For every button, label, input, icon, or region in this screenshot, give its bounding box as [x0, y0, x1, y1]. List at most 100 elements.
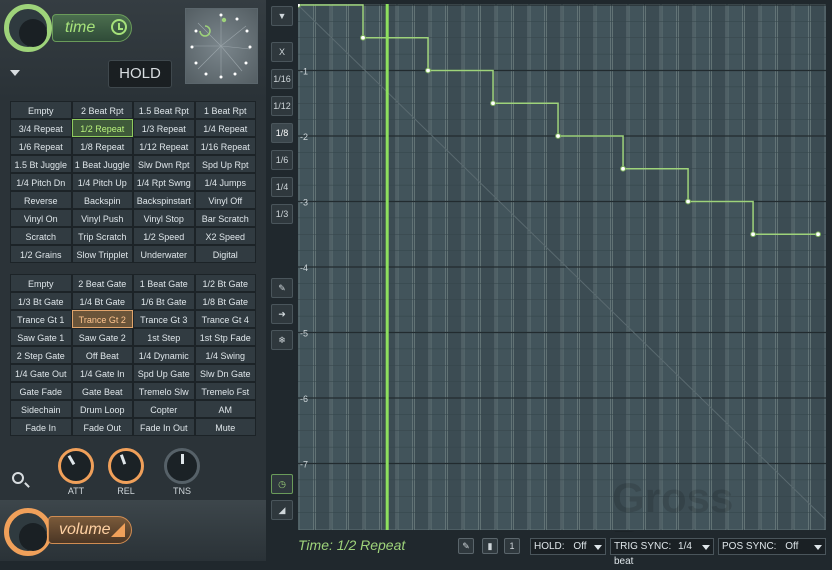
time-preset-button[interactable]: Underwater	[133, 245, 195, 263]
time-preset-button[interactable]: Reverse	[10, 191, 72, 209]
volume-preset-button[interactable]: Gate Fade	[10, 382, 72, 400]
time-preset-button[interactable]: X2 Speed	[194, 227, 256, 245]
time-mode-button[interactable]: time	[52, 14, 132, 42]
volume-preset-button[interactable]: 1/4 Swing	[194, 346, 256, 364]
edit-pencil-icon[interactable]: ✎	[458, 538, 474, 554]
time-preset-button[interactable]: 1/3 Repeat	[133, 119, 195, 137]
time-preset-button[interactable]: 1.5 Beat Rpt	[133, 101, 195, 119]
time-preset-button[interactable]: 1/2 Repeat	[71, 119, 133, 137]
envelope-graph[interactable]: -1 -2 -3 -4 -5 -6 -7	[298, 4, 826, 530]
piano-icon[interactable]: ▮	[482, 538, 498, 554]
volume-preset-button[interactable]: Slw Dn Gate	[194, 364, 256, 382]
volume-preset-button[interactable]: Fade Out	[71, 418, 133, 436]
time-mix-knob[interactable]	[4, 4, 52, 52]
time-preset-button[interactable]: 1/2 Speed	[133, 227, 195, 245]
time-preset-button[interactable]: Backspin	[71, 191, 133, 209]
volume-preset-button[interactable]: Fade In	[10, 418, 72, 436]
time-preset-button[interactable]: Digital	[194, 245, 256, 263]
volume-preset-button[interactable]: 1 Beat Gate	[133, 274, 195, 292]
volume-preset-button[interactable]: Gate Beat	[71, 382, 133, 400]
volume-preset-button[interactable]: 1st Stp Fade	[194, 328, 256, 346]
snowflake-icon[interactable]: ❄	[271, 330, 293, 350]
volume-preset-button[interactable]: 2 Step Gate	[10, 346, 72, 364]
time-preset-button[interactable]: Vinyl Push	[71, 209, 133, 227]
volume-preset-button[interactable]: Off Beat	[71, 346, 133, 364]
att-knob[interactable]	[58, 448, 94, 484]
time-preset-button[interactable]: 1/4 Pitch Up	[71, 173, 133, 191]
time-preset-button[interactable]: Spd Up Rpt	[194, 155, 256, 173]
snap-1-16-button[interactable]: 1/16	[271, 69, 293, 89]
volume-preset-button[interactable]: Empty	[10, 274, 72, 292]
hold-select[interactable]: HOLD: Off	[530, 538, 606, 555]
volume-preset-button[interactable]: Sidechain	[10, 400, 72, 418]
volume-preset-button[interactable]: Trance Gt 3	[133, 310, 195, 328]
volume-preset-button[interactable]: 1/6 Bt Gate	[133, 292, 195, 310]
time-preset-button[interactable]: Empty	[10, 101, 72, 119]
volume-preset-button[interactable]: Spd Up Gate	[133, 364, 195, 382]
time-preset-button[interactable]: Bar Scratch	[194, 209, 256, 227]
volume-preset-button[interactable]: Tremelo Fst	[194, 382, 256, 400]
volume-preset-button[interactable]: 1/4 Dynamic	[133, 346, 195, 364]
time-preset-button[interactable]: 1/4 Jumps	[194, 173, 256, 191]
volume-mix-knob[interactable]	[4, 508, 52, 556]
volume-mode-button[interactable]: volume	[48, 516, 132, 544]
volume-preset-button[interactable]: 2 Beat Gate	[71, 274, 133, 292]
time-preset-button[interactable]: 1.5 Bt Juggle	[10, 155, 72, 173]
one-icon[interactable]: 1	[504, 538, 520, 554]
time-preset-button[interactable]: Slw Dwn Rpt	[133, 155, 195, 173]
envelope-menu-button[interactable]: ▼	[271, 6, 293, 26]
time-preset-button[interactable]: 1/4 Pitch Dn	[10, 173, 72, 191]
time-preset-button[interactable]: 1 Beat Juggle	[71, 155, 133, 173]
preset-menu-arrow-icon[interactable]	[10, 70, 20, 76]
time-preset-button[interactable]: Backspinstart	[133, 191, 195, 209]
volume-preset-button[interactable]: Mute	[194, 418, 256, 436]
snap-1-8-button[interactable]: 1/8	[271, 123, 293, 143]
pos-sync-select[interactable]: POS SYNC: Off	[718, 538, 826, 555]
volume-preset-button[interactable]: Trance Gt 1	[10, 310, 72, 328]
time-preset-button[interactable]: 1/12 Repeat	[133, 137, 195, 155]
time-preset-button[interactable]: 1/4 Rpt Swng	[133, 173, 195, 191]
time-preset-button[interactable]: Trip Scratch	[71, 227, 133, 245]
x-button[interactable]: X	[271, 42, 293, 62]
volume-preset-button[interactable]: Saw Gate 2	[71, 328, 133, 346]
zoom-icon[interactable]	[12, 472, 24, 484]
time-preset-button[interactable]: 1 Beat Rpt	[194, 101, 256, 119]
time-preset-button[interactable]: Vinyl Off	[194, 191, 256, 209]
pencil-icon[interactable]: ✎	[271, 278, 293, 298]
time-preset-button[interactable]: 1/2 Grains	[10, 245, 72, 263]
time-preset-button[interactable]: Slow Tripplet	[71, 245, 133, 263]
time-preset-button[interactable]: Scratch	[10, 227, 72, 245]
time-preset-button[interactable]: 3/4 Repeat	[10, 119, 72, 137]
volume-preset-button[interactable]: Trance Gt 2	[71, 310, 133, 328]
time-preset-button[interactable]: 1/16 Repeat	[194, 137, 256, 155]
volume-preset-button[interactable]: Saw Gate 1	[10, 328, 72, 346]
clock-tool-icon[interactable]: ◷	[271, 474, 293, 494]
volume-preset-button[interactable]: 1/4 Gate In	[71, 364, 133, 382]
volume-preset-button[interactable]: Tremelo Slw	[133, 382, 195, 400]
time-preset-button[interactable]: Vinyl On	[10, 209, 72, 227]
volume-preset-button[interactable]: 1/3 Bt Gate	[10, 292, 72, 310]
envelope-editor[interactable]: -1 -2 -3 -4 -5 -6 -7	[298, 4, 826, 530]
volume-preset-button[interactable]: Trance Gt 4	[194, 310, 256, 328]
volume-preset-button[interactable]: 1/2 Bt Gate	[194, 274, 256, 292]
time-preset-button[interactable]: 2 Beat Rpt	[71, 101, 133, 119]
trig-sync-select[interactable]: TRIG SYNC: 1/4 beat	[610, 538, 714, 567]
time-preset-button[interactable]: 1/6 Repeat	[10, 137, 72, 155]
time-preset-button[interactable]: 1/8 Repeat	[71, 137, 133, 155]
time-preset-button[interactable]: 1/4 Repeat	[194, 119, 256, 137]
volume-preset-button[interactable]: Drum Loop	[71, 400, 133, 418]
volume-preset-button[interactable]: 1/8 Bt Gate	[194, 292, 256, 310]
volume-preset-button[interactable]: Fade In Out	[133, 418, 195, 436]
rel-knob[interactable]	[108, 448, 144, 484]
time-preset-button[interactable]: Vinyl Stop	[133, 209, 195, 227]
ramp-icon[interactable]: ◢	[271, 500, 293, 520]
snap-1-6-button[interactable]: 1/6	[271, 150, 293, 170]
tns-knob[interactable]	[164, 448, 200, 484]
volume-preset-button[interactable]: AM	[194, 400, 256, 418]
snap-1-4-button[interactable]: 1/4	[271, 177, 293, 197]
hold-button[interactable]: HOLD	[108, 60, 172, 88]
snap-1-12-button[interactable]: 1/12	[271, 96, 293, 116]
arrow-right-icon[interactable]: ➜	[271, 304, 293, 324]
volume-preset-button[interactable]: 1st Step	[133, 328, 195, 346]
volume-preset-button[interactable]: Copter	[133, 400, 195, 418]
